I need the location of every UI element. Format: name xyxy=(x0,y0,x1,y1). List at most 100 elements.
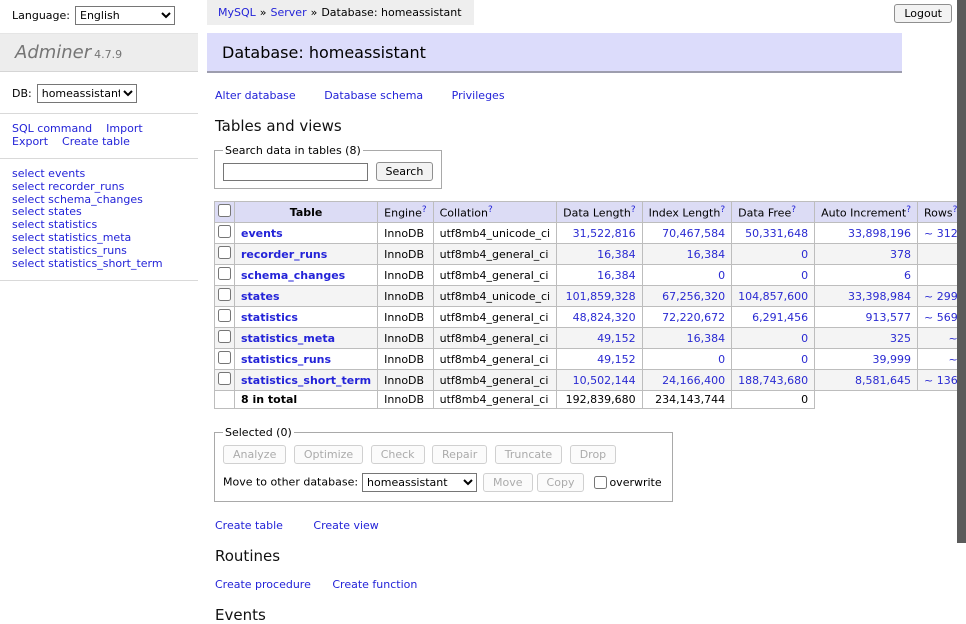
data-free-help-link[interactable]: ? xyxy=(791,205,796,215)
table-link-statistics-runs[interactable]: statistics_runs xyxy=(241,353,331,366)
repair-button[interactable]: Repair xyxy=(432,445,487,464)
engine-help-link[interactable]: ? xyxy=(422,205,427,215)
language-select[interactable]: English xyxy=(75,6,175,25)
collation-cell: utf8mb4_unicode_ci xyxy=(433,286,556,307)
sidebar-create-table-link[interactable]: Create table xyxy=(62,135,130,148)
row-checkbox[interactable] xyxy=(218,309,231,322)
data-free-cell: 0 xyxy=(732,349,815,370)
create-view-link[interactable]: Create view xyxy=(313,519,378,532)
search-button[interactable]: Search xyxy=(376,162,434,181)
page-title: Database: homeassistant xyxy=(207,33,902,73)
breadcrumb-current: Database: homeassistant xyxy=(321,6,461,19)
data-free-cell: 104,857,600 xyxy=(732,286,815,307)
analyze-button[interactable]: Analyze xyxy=(223,445,286,464)
alter-database-link[interactable]: Alter database xyxy=(215,89,296,102)
total-engine: InnoDB xyxy=(378,391,433,409)
database-schema-link[interactable]: Database schema xyxy=(324,89,423,102)
table-row: states InnoDB utf8mb4_unicode_ci 101,859… xyxy=(215,286,966,307)
table-link-statistics[interactable]: statistics xyxy=(241,311,298,324)
index-length-cell: 24,166,400 xyxy=(642,370,732,391)
engine-cell: InnoDB xyxy=(378,370,433,391)
table-link-events[interactable]: events xyxy=(241,227,283,240)
table-link-schema-changes[interactable]: schema_changes xyxy=(241,269,345,282)
auto-increment-cell: 33,398,984 xyxy=(815,286,918,307)
sidebar-item-select-recorder-runs[interactable]: select recorder_runs xyxy=(12,180,124,193)
data-free-cell: 0 xyxy=(732,244,815,265)
engine-cell: InnoDB xyxy=(378,244,433,265)
brand-name: Adminer xyxy=(15,42,91,63)
data-length-help-link[interactable]: ? xyxy=(631,205,636,215)
db-select[interactable]: homeassistant xyxy=(37,84,137,103)
total-index-length: 234,143,744 xyxy=(642,391,732,409)
create-procedure-link[interactable]: Create procedure xyxy=(215,578,311,591)
sidebar-export-link[interactable]: Export xyxy=(12,135,48,148)
collation-help-link[interactable]: ? xyxy=(488,205,493,215)
breadcrumb-server-link[interactable]: Server xyxy=(271,6,307,19)
total-collation: utf8mb4_general_ci xyxy=(433,391,556,409)
index-length-cell: 0 xyxy=(642,265,732,286)
auto-increment-cell: 378 xyxy=(815,244,918,265)
index-length-cell: 0 xyxy=(642,349,732,370)
data-length-cell: 10,502,144 xyxy=(557,370,642,391)
sidebar-item-select-events[interactable]: select events xyxy=(12,167,85,180)
routine-links-row: Create procedure Create function xyxy=(215,578,902,591)
engine-cell: InnoDB xyxy=(378,349,433,370)
tables-and-views-heading: Tables and views xyxy=(215,117,902,135)
row-checkbox[interactable] xyxy=(218,288,231,301)
selected-buttons-row: Analyze Optimize Check Repair Truncate D… xyxy=(223,445,662,464)
truncate-button[interactable]: Truncate xyxy=(495,445,562,464)
drop-button[interactable]: Drop xyxy=(570,445,616,464)
table-link-statistics-short-term[interactable]: statistics_short_term xyxy=(241,374,371,387)
row-checkbox[interactable] xyxy=(218,225,231,238)
move-button[interactable]: Move xyxy=(483,473,533,492)
search-input[interactable] xyxy=(223,163,368,181)
table-link-states[interactable]: states xyxy=(241,290,280,303)
vertical-scrollbar[interactable] xyxy=(957,0,966,543)
db-select-row: DB:homeassistant xyxy=(0,72,198,113)
row-checkbox[interactable] xyxy=(218,246,231,259)
sidebar-item-select-statistics-runs[interactable]: select statistics_runs xyxy=(12,244,127,257)
collation-cell: utf8mb4_general_ci xyxy=(433,349,556,370)
table-row: schema_changes InnoDB utf8mb4_general_ci… xyxy=(215,265,966,286)
engine-cell: InnoDB xyxy=(378,286,433,307)
logout-button[interactable]: Logout xyxy=(894,4,952,23)
data-length-cell: 49,152 xyxy=(557,328,642,349)
create-function-link[interactable]: Create function xyxy=(332,578,417,591)
sidebar-item-select-schema-changes[interactable]: select schema_changes xyxy=(12,193,143,206)
sidebar-item-select-states[interactable]: select states xyxy=(12,205,82,218)
index-length-cell: 16,384 xyxy=(642,328,732,349)
language-row: Language:English xyxy=(0,0,198,31)
breadcrumb-mysql-link[interactable]: MySQL xyxy=(218,6,256,19)
column-header-data-length: Data Length? xyxy=(557,202,642,223)
table-row: events InnoDB utf8mb4_unicode_ci 31,522,… xyxy=(215,223,966,244)
row-checkbox[interactable] xyxy=(218,330,231,343)
events-heading: Events xyxy=(215,606,902,624)
privileges-link[interactable]: Privileges xyxy=(452,89,505,102)
overwrite-checkbox[interactable] xyxy=(594,476,607,489)
copy-button[interactable]: Copy xyxy=(537,473,585,492)
total-data-length: 192,839,680 xyxy=(557,391,642,409)
row-checkbox[interactable] xyxy=(218,351,231,364)
sidebar-item-select-statistics-short-term[interactable]: select statistics_short_term xyxy=(12,257,163,270)
move-database-select[interactable]: homeassistant xyxy=(362,473,477,492)
data-length-cell: 49,152 xyxy=(557,349,642,370)
sidebar-sql-command-link[interactable]: SQL command xyxy=(12,122,92,135)
optimize-button[interactable]: Optimize xyxy=(294,445,363,464)
check-button[interactable]: Check xyxy=(371,445,425,464)
sidebar-import-link[interactable]: Import xyxy=(106,122,143,135)
sidebar-item-select-statistics-meta[interactable]: select statistics_meta xyxy=(12,231,131,244)
table-link-recorder-runs[interactable]: recorder_runs xyxy=(241,248,327,261)
row-checkbox[interactable] xyxy=(218,267,231,280)
data-length-cell: 16,384 xyxy=(557,265,642,286)
data-length-cell: 48,824,320 xyxy=(557,307,642,328)
auto-increment-cell: 6 xyxy=(815,265,918,286)
select-all-checkbox[interactable] xyxy=(218,204,231,217)
overwrite-label: overwrite xyxy=(609,476,661,489)
sidebar-item-select-statistics[interactable]: select statistics xyxy=(12,218,97,231)
engine-cell: InnoDB xyxy=(378,223,433,244)
row-checkbox[interactable] xyxy=(218,372,231,385)
table-link-statistics-meta[interactable]: statistics_meta xyxy=(241,332,335,345)
index-length-help-link[interactable]: ? xyxy=(720,205,725,215)
create-table-link[interactable]: Create table xyxy=(215,519,283,532)
auto-increment-help-link[interactable]: ? xyxy=(906,205,911,215)
